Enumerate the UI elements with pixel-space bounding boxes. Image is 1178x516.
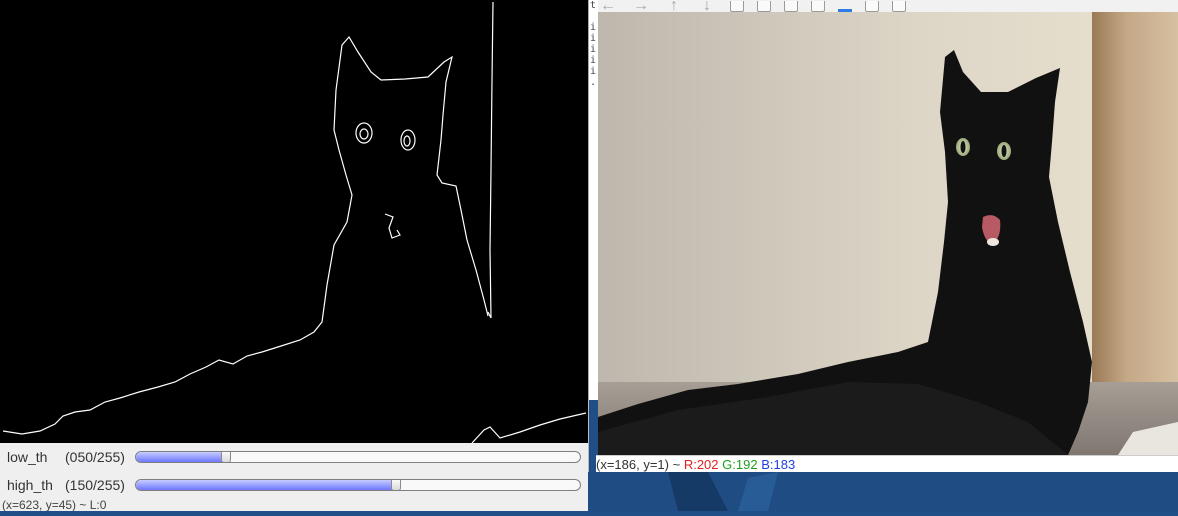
edges-drawing [2, 1, 587, 444]
edge-right-pupil [403, 135, 411, 147]
slider-handle[interactable] [221, 452, 231, 462]
image-window: ← → ↑ ↓ (x=186, y=1) ~ R:202 G:192 B:183 [588, 0, 1178, 511]
desktop-wallpaper [588, 472, 1178, 511]
edges-window: low_th (050/255) high_th (150/255) (x=62… [0, 0, 589, 511]
edge-cat-outline [333, 35, 489, 317]
edge-door [487, 1, 494, 319]
arrow-right-icon[interactable]: → [631, 0, 651, 12]
trackbar-label: low_th [7, 449, 48, 465]
properties-icon[interactable] [892, 1, 906, 12]
save-icon[interactable] [838, 1, 852, 12]
high-threshold-slider[interactable] [135, 479, 581, 491]
pixel-green-value: G:192 [722, 457, 758, 472]
arrow-up-icon[interactable]: ↑ [664, 0, 684, 12]
cursor-coordinates: (x=186, y=1) ~ [596, 457, 681, 472]
pixel-red-value: R:202 [683, 457, 719, 472]
trackbar-low-threshold: low_th (050/255) [0, 443, 588, 471]
desktop-background [588, 472, 1178, 511]
copy-icon[interactable] [865, 1, 879, 12]
edges-status-bar: (x=623, y=45) ~ L:0 [2, 500, 107, 511]
pixel-blue-value: B:183 [761, 457, 796, 472]
arrow-left-icon[interactable]: ← [598, 0, 618, 12]
image-status-bar: (x=186, y=1) ~ R:202 G:192 B:183 [596, 455, 1178, 473]
edge-mouth [384, 213, 401, 239]
trackbar-value: (150/255) [65, 477, 125, 493]
zoom-original-icon[interactable] [784, 1, 798, 12]
zoom-out-icon[interactable] [811, 1, 825, 12]
image-toolbar: ← → ↑ ↓ [598, 0, 1178, 12]
cat-photo-drawing [598, 12, 1178, 455]
slider-fill [136, 480, 396, 490]
edge-right-eye [400, 129, 416, 151]
edge-left-pupil [359, 128, 369, 140]
zoom-fit-icon[interactable] [757, 1, 771, 12]
cat-photo [598, 12, 1178, 455]
low-threshold-slider[interactable] [135, 451, 581, 463]
slider-fill [136, 452, 226, 462]
edge-floor [471, 412, 587, 444]
edges-image [0, 0, 588, 444]
zoom-in-icon[interactable] [730, 1, 744, 12]
trackbar-value: (050/255) [65, 449, 125, 465]
trackbar-high-threshold: high_th (150/255) [0, 471, 588, 499]
slider-handle[interactable] [391, 480, 401, 490]
trackbar-label: high_th [7, 477, 53, 493]
arrow-down-icon[interactable]: ↓ [697, 0, 717, 12]
edge-cat-left-side [2, 129, 353, 435]
edge-left-eye [355, 122, 373, 144]
